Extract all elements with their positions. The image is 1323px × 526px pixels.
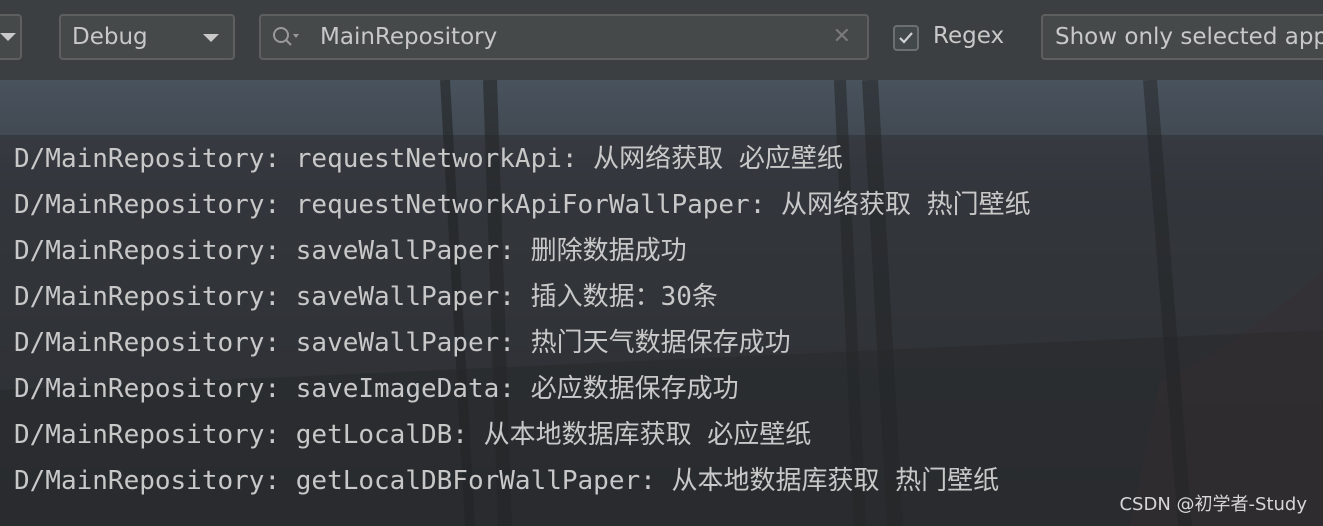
log-line[interactable]: D/MainRepository: requestNetworkApi: 从网络… bbox=[14, 136, 1031, 182]
chevron-down-icon bbox=[203, 34, 219, 42]
log-tag: D/MainRepository: bbox=[14, 236, 281, 266]
log-tag: D/MainRepository: bbox=[14, 420, 281, 450]
log-message: saveImageData: 必应数据保存成功 bbox=[295, 374, 739, 404]
log-tag: D/MainRepository: bbox=[14, 374, 281, 404]
logcat-output[interactable]: D/MainRepository: requestNetworkApi: 从网络… bbox=[0, 80, 1323, 526]
log-level-dropdown[interactable]: Debug bbox=[59, 14, 235, 60]
log-line[interactable]: D/MainRepository: saveWallPaper: 插入数据：30… bbox=[14, 274, 1031, 320]
logcat-toolbar: Debug MainRepository ✕ Regex Show only s… bbox=[0, 0, 1323, 80]
log-message: saveWallPaper: 插入数据：30条 bbox=[295, 282, 718, 312]
log-list: D/MainRepository: requestNetworkApi: 从网络… bbox=[14, 136, 1031, 504]
log-message: requestNetworkApi: 从网络获取 必应壁纸 bbox=[295, 144, 843, 174]
log-line[interactable]: D/MainRepository: saveWallPaper: 删除数据成功 bbox=[14, 228, 1031, 274]
search-input[interactable]: MainRepository bbox=[320, 24, 497, 50]
log-tag: D/MainRepository: bbox=[14, 466, 281, 496]
chevron-down-icon bbox=[0, 33, 16, 41]
app-filter-dropdown[interactable]: Show only selected app bbox=[1041, 14, 1323, 60]
log-message: saveWallPaper: 热门天气数据保存成功 bbox=[295, 328, 791, 358]
log-level-value: Debug bbox=[72, 24, 148, 50]
log-line[interactable]: D/MainRepository: requestNetworkApiForWa… bbox=[14, 182, 1031, 228]
log-message: getLocalDBForWallPaper: 从本地数据库获取 热门壁纸 bbox=[295, 466, 1000, 496]
close-icon[interactable]: ✕ bbox=[833, 26, 851, 48]
regex-checkbox[interactable] bbox=[893, 25, 919, 51]
log-message: getLocalDB: 从本地数据库获取 必应壁纸 bbox=[295, 420, 812, 450]
log-line[interactable]: D/MainRepository: getLocalDBForWallPaper… bbox=[14, 458, 1031, 504]
log-line[interactable]: D/MainRepository: getLocalDB: 从本地数据库获取 必… bbox=[14, 412, 1031, 458]
search-icon[interactable] bbox=[271, 25, 301, 49]
log-tag: D/MainRepository: bbox=[14, 328, 281, 358]
check-icon bbox=[899, 32, 913, 44]
device-dropdown[interactable] bbox=[0, 14, 22, 60]
watermark: CSDN @初学者-Study bbox=[1119, 494, 1307, 515]
log-message: requestNetworkApiForWallPaper: 从网络获取 热门壁… bbox=[295, 190, 1031, 220]
log-line[interactable]: D/MainRepository: saveWallPaper: 热门天气数据保… bbox=[14, 320, 1031, 366]
regex-label[interactable]: Regex bbox=[933, 23, 1004, 49]
log-search-field[interactable]: MainRepository ✕ bbox=[259, 14, 869, 60]
log-line[interactable]: D/MainRepository: saveImageData: 必应数据保存成… bbox=[14, 366, 1031, 412]
log-tag: D/MainRepository: bbox=[14, 190, 281, 220]
log-tag: D/MainRepository: bbox=[14, 144, 281, 174]
log-tag: D/MainRepository: bbox=[14, 282, 281, 312]
app-filter-value: Show only selected app bbox=[1055, 24, 1323, 50]
log-message: saveWallPaper: 删除数据成功 bbox=[295, 236, 687, 266]
